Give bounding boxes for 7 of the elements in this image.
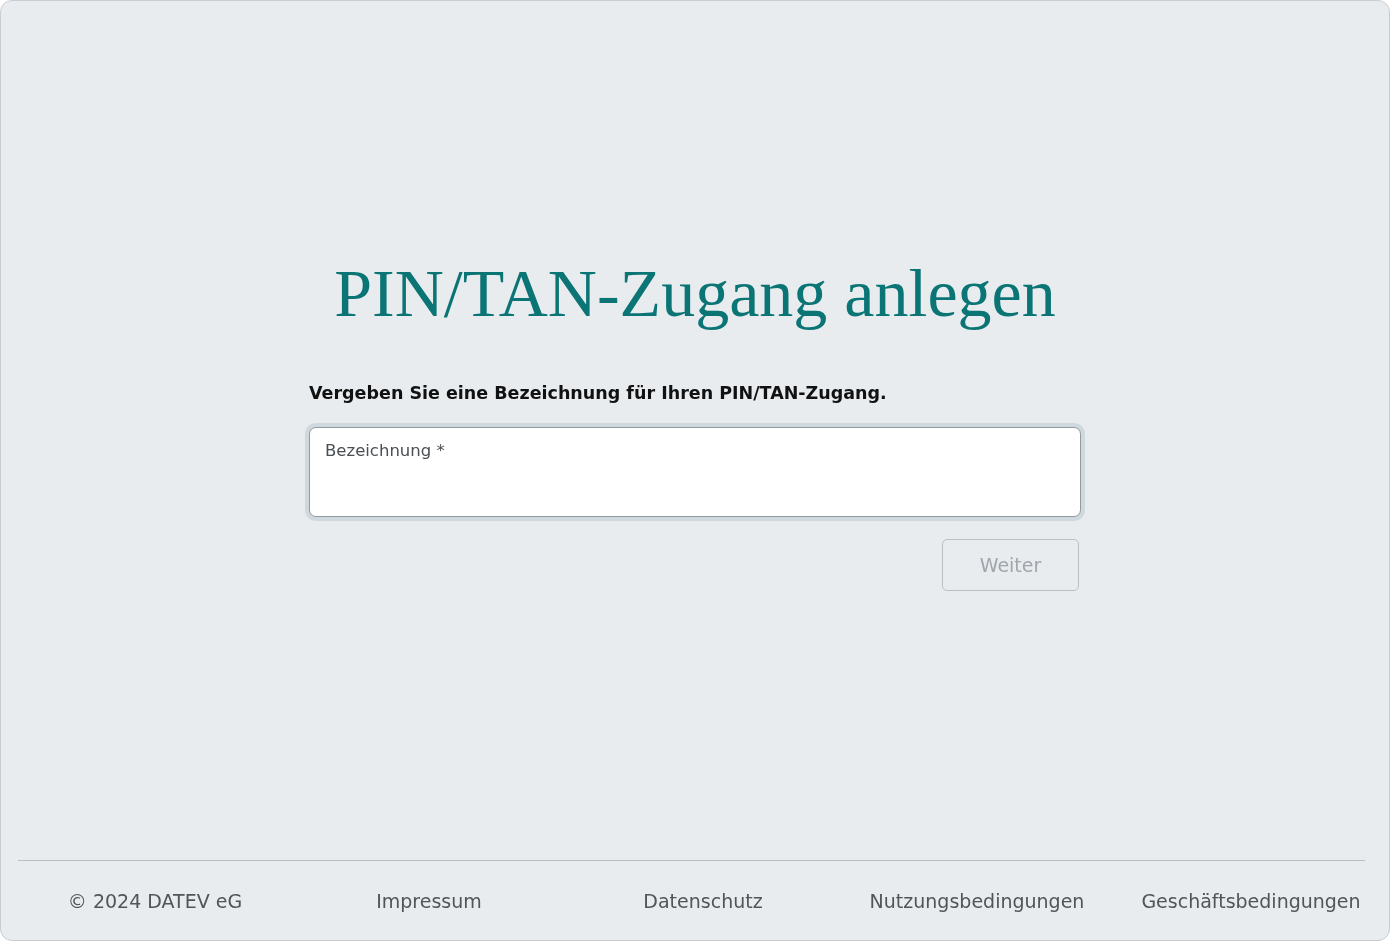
footer-link[interactable]: Impressum xyxy=(292,889,566,912)
instruction-text: Vergeben Sie eine Bezeichnung für Ihren PIN/TAN-Zugang. xyxy=(309,382,888,405)
footer-link[interactable]: Geschäftsbedingungen xyxy=(1114,889,1388,912)
copyright-text: © 2024 DATEV eG xyxy=(66,889,244,912)
footer-link[interactable]: Nutzungsbedingungen xyxy=(840,889,1114,912)
footer-link[interactable]: Datenschutz xyxy=(566,889,840,912)
page-title: PIN/TAN-Zugang anlegen xyxy=(333,254,1057,333)
